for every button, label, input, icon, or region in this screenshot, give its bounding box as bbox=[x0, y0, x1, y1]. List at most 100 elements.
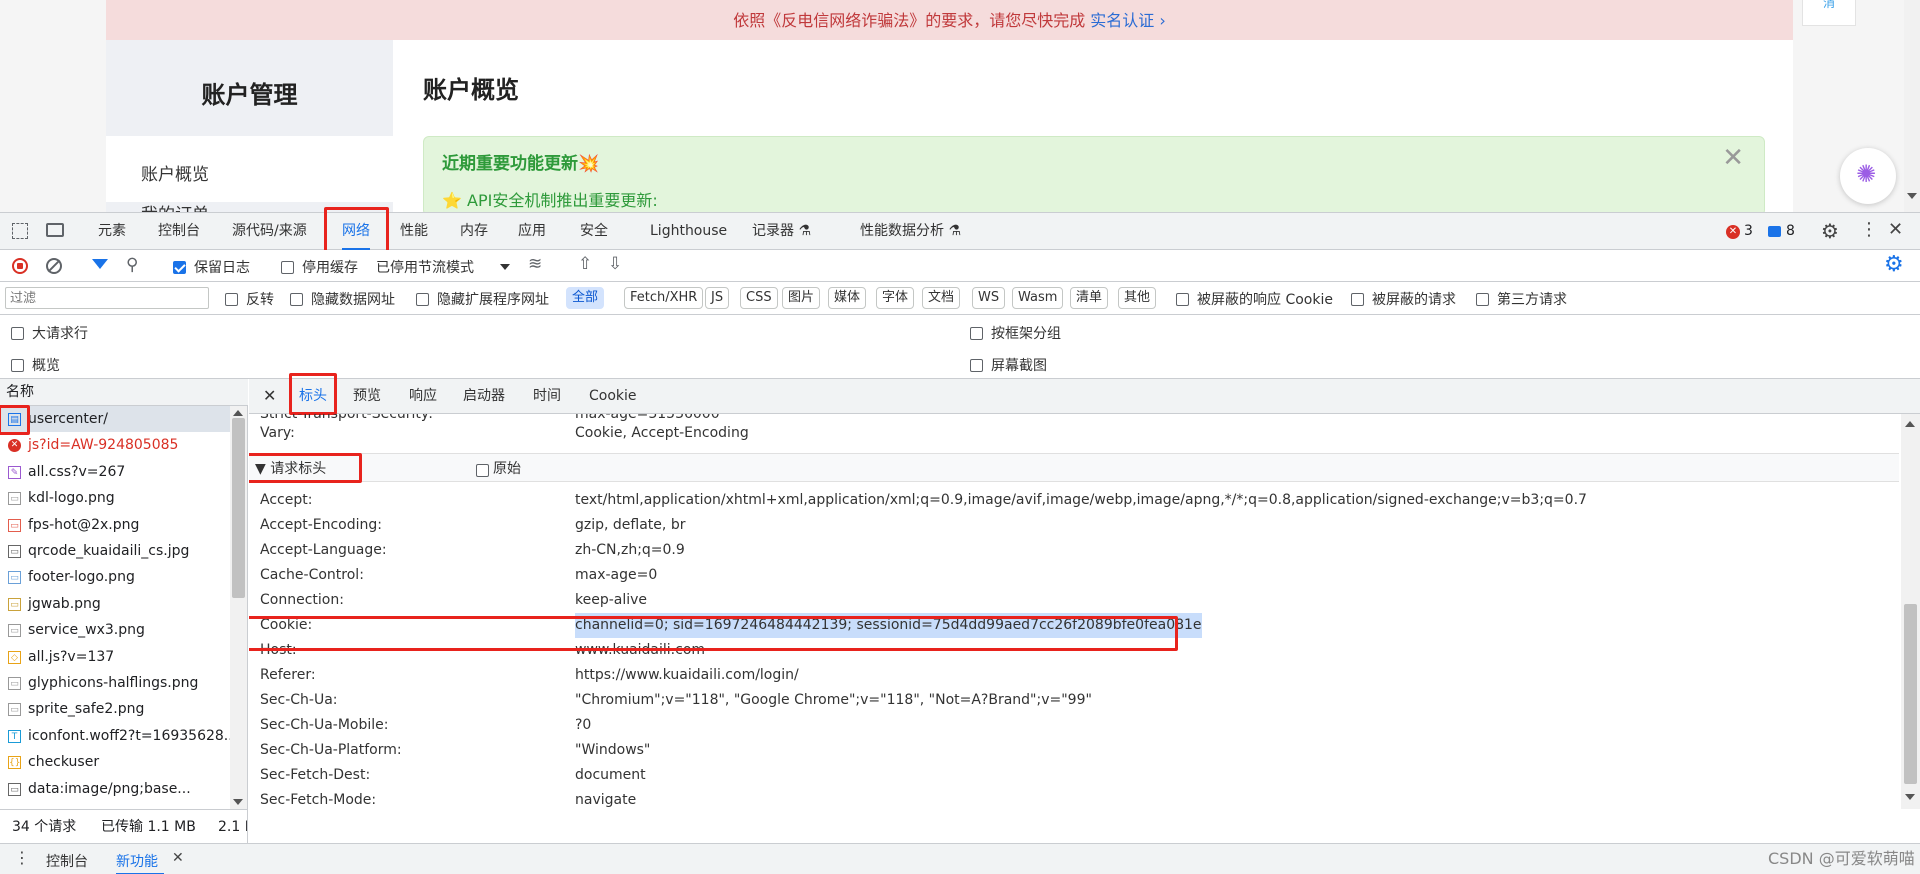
type-filter-chip[interactable]: 其他 bbox=[1118, 287, 1157, 309]
assistant-button[interactable]: ✺ bbox=[1840, 148, 1896, 204]
error-count[interactable]: 3 bbox=[1744, 223, 1753, 239]
group-by-frame-checkbox[interactable] bbox=[970, 325, 983, 341]
filter-icon[interactable] bbox=[92, 259, 108, 269]
type-filter-chip[interactable]: 全部 bbox=[566, 287, 605, 309]
hide-data-urls-checkbox[interactable] bbox=[290, 291, 303, 307]
close-devtools-icon[interactable]: ✕ bbox=[1888, 219, 1903, 240]
type-filter-chip[interactable]: 清单 bbox=[1070, 287, 1109, 309]
request-row[interactable]: ▭ glyphicons-halflings.png bbox=[0, 670, 230, 696]
type-filter-chip[interactable]: 字体 bbox=[876, 287, 915, 309]
search-icon[interactable]: ⚲ bbox=[126, 255, 138, 275]
tab-10[interactable]: 性能数据分析 ⚗ bbox=[860, 213, 961, 250]
big-rows-checkbox[interactable] bbox=[11, 325, 24, 341]
real-name-link[interactable]: 实名认证 › bbox=[1090, 11, 1166, 30]
header-value[interactable]: keep-alive bbox=[575, 588, 647, 613]
tab-9[interactable]: 记录器 ⚗ bbox=[752, 213, 811, 250]
close-icon[interactable]: ✕ bbox=[1722, 143, 1744, 173]
details-tab-5[interactable]: Cookie bbox=[589, 379, 637, 414]
drawer-tab-console[interactable]: 控制台 bbox=[46, 851, 88, 871]
type-filter-chip[interactable]: 媒体 bbox=[828, 287, 867, 309]
request-row[interactable]: ▭ qrcode_kuaidaili_cs.jpg bbox=[0, 538, 230, 564]
page-scrollbar[interactable] bbox=[1904, 0, 1920, 212]
header-value[interactable]: text/html,application/xhtml+xml,applicat… bbox=[575, 488, 1587, 513]
more-vert-icon[interactable]: ⋮ bbox=[1860, 219, 1878, 240]
name-column-header[interactable]: 名称 bbox=[0, 379, 248, 406]
tab-7[interactable]: 安全 bbox=[580, 213, 608, 250]
error-icon[interactable]: ✕ bbox=[1726, 225, 1740, 239]
screenshots-checkbox[interactable] bbox=[970, 357, 983, 373]
third-party-checkbox[interactable] bbox=[1476, 291, 1489, 307]
chevron-down-icon[interactable] bbox=[500, 264, 510, 270]
inspect-icon[interactable] bbox=[12, 223, 28, 239]
header-value[interactable]: zh-CN,zh;q=0.9 bbox=[575, 538, 685, 563]
header-value[interactable]: document bbox=[575, 763, 646, 788]
invert-checkbox[interactable] bbox=[225, 291, 238, 307]
header-value[interactable]: https://www.kuaidaili.com/login/ bbox=[575, 663, 799, 688]
details-scrollbar[interactable] bbox=[1901, 414, 1920, 809]
request-row[interactable]: ▭ footer-logo.png bbox=[0, 564, 230, 590]
request-row[interactable]: ▭ fps-hot@2x.png bbox=[0, 512, 230, 538]
type-filter-chip[interactable]: Fetch/XHR bbox=[624, 287, 704, 309]
request-row[interactable]: ◇ all.js?v=137 bbox=[0, 644, 230, 670]
request-list-scrollbar[interactable] bbox=[230, 406, 247, 809]
message-count[interactable]: 8 bbox=[1786, 223, 1795, 239]
network-settings-icon[interactable]: ⚙ bbox=[1884, 252, 1904, 277]
tab-1[interactable]: 控制台 bbox=[158, 213, 200, 250]
message-icon[interactable] bbox=[1768, 226, 1781, 237]
drawer-menu-icon[interactable]: ⋮ bbox=[14, 848, 30, 867]
header-value[interactable]: max-age=0 bbox=[575, 563, 657, 588]
request-row[interactable]: ▭ jgwab.png bbox=[0, 591, 230, 617]
raw-checkbox[interactable] bbox=[476, 462, 489, 478]
type-filter-chip[interactable]: JS bbox=[705, 287, 730, 309]
drawer-tab-whats-new[interactable]: 新功能 bbox=[116, 851, 158, 871]
close-drawer-tab-icon[interactable]: ✕ bbox=[172, 850, 184, 866]
sidebar-item-overview[interactable]: 账户概览 bbox=[106, 136, 393, 202]
record-icon[interactable] bbox=[12, 258, 28, 274]
header-value[interactable]: gzip, deflate, br bbox=[575, 513, 685, 538]
tab-4[interactable]: 性能 bbox=[400, 213, 428, 250]
preserve-log-checkbox[interactable] bbox=[173, 259, 186, 275]
request-row[interactable]: Ticonfont.woff2?t=16935628... bbox=[0, 723, 230, 749]
type-filter-chip[interactable]: 图片 bbox=[782, 287, 821, 309]
hide-ext-urls-checkbox[interactable] bbox=[416, 291, 429, 307]
close-details-icon[interactable]: ✕ bbox=[263, 386, 276, 405]
throttle-select[interactable]: 已停用节流模式 bbox=[376, 257, 474, 277]
tab-8[interactable]: Lighthouse bbox=[650, 213, 727, 250]
export-har-icon[interactable]: ⇩ bbox=[608, 254, 622, 274]
sidebar-item-orders[interactable]: 我的订单 bbox=[141, 200, 209, 212]
details-tab-1[interactable]: 预览 bbox=[353, 379, 381, 414]
request-row[interactable]: ▭ service_wx3.png bbox=[0, 617, 230, 643]
details-tab-2[interactable]: 响应 bbox=[409, 379, 437, 414]
request-headers-section[interactable]: ▼ 请求标头 原始 bbox=[249, 454, 1899, 482]
request-row[interactable]: ✎ all.css?v=267 bbox=[0, 459, 230, 485]
tab-0[interactable]: 元素 bbox=[98, 213, 126, 250]
clear-icon[interactable] bbox=[46, 258, 62, 274]
tab-2[interactable]: 源代码/来源 bbox=[232, 213, 307, 250]
header-value[interactable]: navigate bbox=[575, 788, 636, 809]
details-tab-3[interactable]: 启动器 bbox=[463, 379, 505, 414]
disable-cache-checkbox[interactable] bbox=[281, 259, 294, 275]
filter-input[interactable] bbox=[5, 287, 209, 309]
type-filter-chip[interactable]: 文档 bbox=[922, 287, 961, 309]
header-value[interactable]: "Chromium";v="118", "Google Chrome";v="1… bbox=[575, 688, 1092, 713]
import-har-icon[interactable]: ⇧ bbox=[578, 254, 592, 274]
header-value[interactable]: "Windows" bbox=[575, 738, 650, 763]
device-toolbar-icon[interactable] bbox=[46, 223, 64, 237]
request-row[interactable]: ▭ data:image/png;base... bbox=[0, 776, 230, 802]
request-row[interactable]: {} checkuser bbox=[0, 749, 230, 775]
request-row[interactable]: ▭ kdl-logo.png bbox=[0, 485, 230, 511]
type-filter-chip[interactable]: WS bbox=[972, 287, 1006, 309]
type-filter-chip[interactable]: CSS bbox=[740, 287, 778, 309]
request-row[interactable]: ▭ sprite_safe2.png bbox=[0, 696, 230, 722]
network-conditions-icon[interactable]: ≋ bbox=[528, 254, 542, 274]
details-tab-4[interactable]: 时间 bbox=[533, 379, 561, 414]
blocked-cookies-checkbox[interactable] bbox=[1176, 291, 1189, 307]
blocked-requests-checkbox[interactable] bbox=[1351, 291, 1364, 307]
request-row[interactable]: ▤ usercenter/ bbox=[0, 406, 230, 432]
request-row[interactable]: ✕ js?id=AW-924805085 bbox=[0, 432, 230, 458]
tab-5[interactable]: 内存 bbox=[460, 213, 488, 250]
settings-gear-icon[interactable]: ⚙ bbox=[1821, 219, 1839, 243]
header-value[interactable]: ?0 bbox=[575, 713, 591, 738]
type-filter-chip[interactable]: Wasm bbox=[1012, 287, 1064, 309]
overview-checkbox[interactable] bbox=[11, 357, 24, 373]
